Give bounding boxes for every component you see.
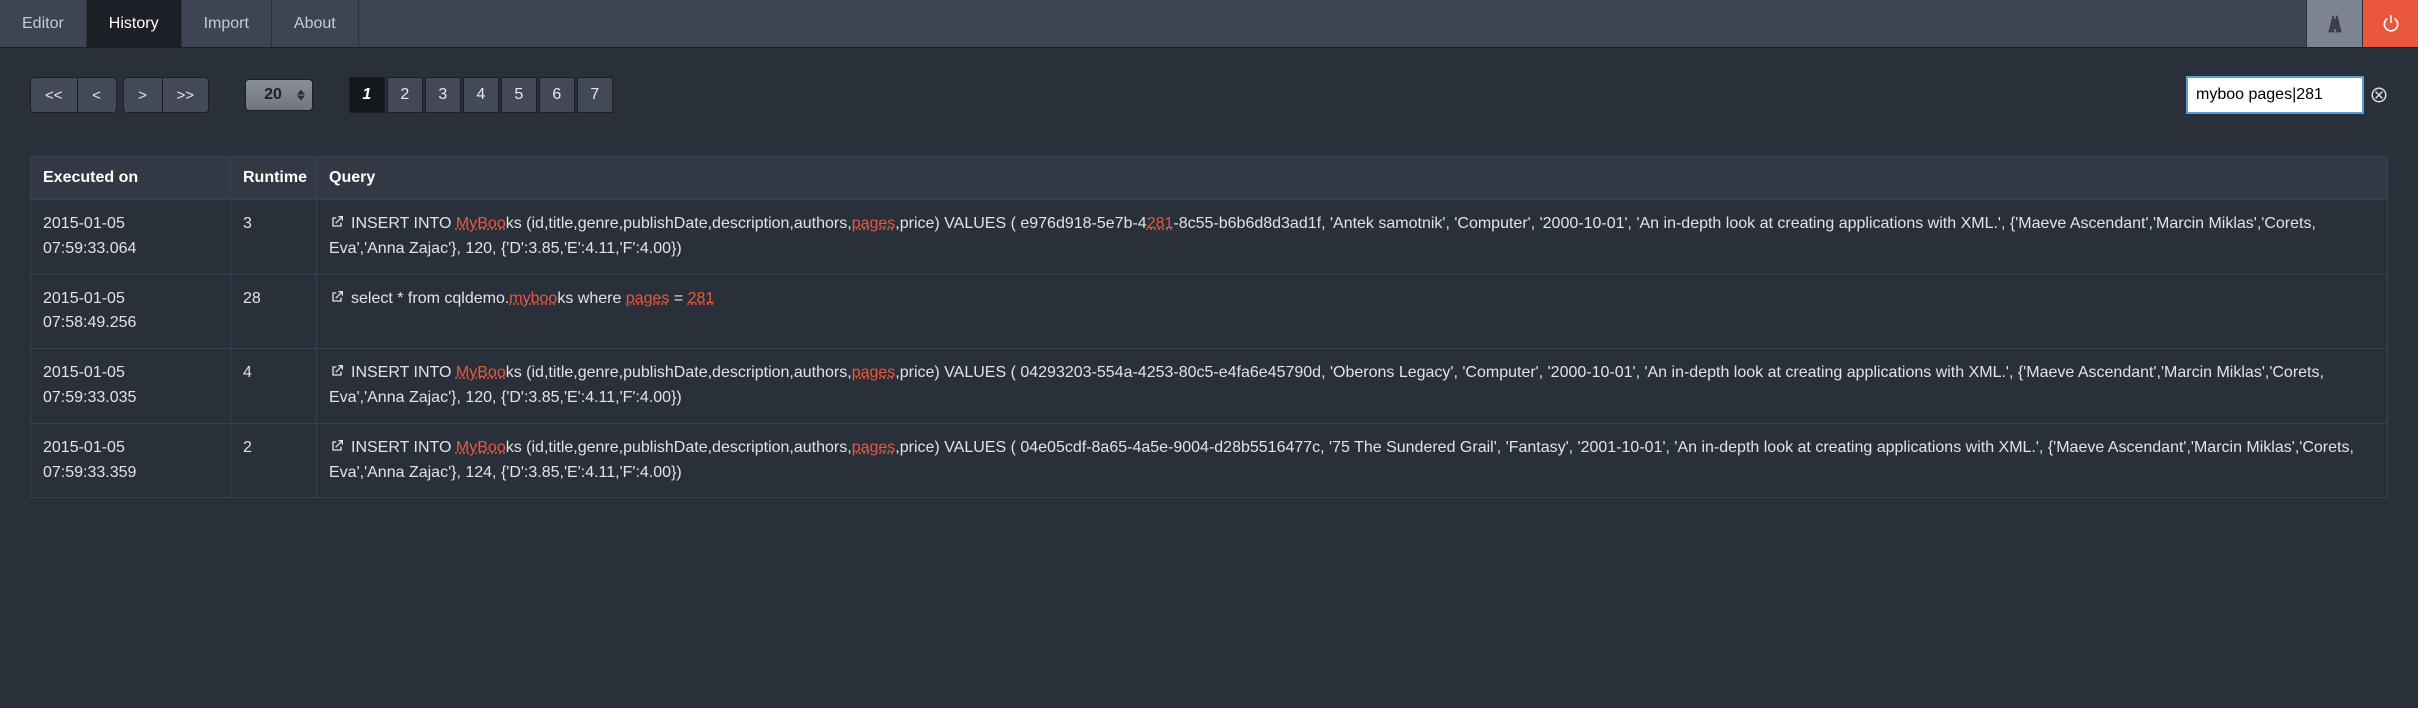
nav-prev-group: << < <box>30 77 117 113</box>
cell-query: INSERT INTO MyBooks (id,title,genre,publ… <box>317 423 2388 498</box>
col-executed-on[interactable]: Executed on <box>31 157 231 200</box>
cell-query: select * from cqldemo.mybooks where page… <box>317 274 2388 349</box>
cell-executed-on: 2015-01-05 07:59:33.035 <box>31 349 231 424</box>
tab-import[interactable]: Import <box>182 0 272 47</box>
table-row: 2015-01-05 07:59:33.0354 INSERT INTO MyBo… <box>31 349 2388 424</box>
tab-editor[interactable]: Editor <box>0 0 87 47</box>
cell-query: INSERT INTO MyBooks (id,title,genre,publ… <box>317 200 2388 275</box>
page-1[interactable]: 1 <box>349 77 385 113</box>
query-text: INSERT INTO MyBooks (id,title,genre,publ… <box>329 364 2324 406</box>
page-5[interactable]: 5 <box>501 77 537 113</box>
cell-runtime: 4 <box>231 349 317 424</box>
nav-next-group: > >> <box>123 77 210 113</box>
power-button[interactable] <box>2362 0 2418 47</box>
history-table: Executed on Runtime Query 2015-01-05 07:… <box>30 156 2388 498</box>
last-page-button[interactable]: >> <box>162 77 210 113</box>
cell-executed-on: 2015-01-05 07:59:33.359 <box>31 423 231 498</box>
query-text: INSERT INTO MyBooks (id,title,genre,publ… <box>329 439 2354 481</box>
tab-history[interactable]: History <box>87 0 182 47</box>
table-row: 2015-01-05 07:58:49.25628 select * from c… <box>31 274 2388 349</box>
prev-page-button[interactable]: < <box>77 77 117 113</box>
page-4[interactable]: 4 <box>463 77 499 113</box>
page-size-select[interactable]: 20 <box>245 79 313 111</box>
page-2[interactable]: 2 <box>387 77 423 113</box>
page-6[interactable]: 6 <box>539 77 575 113</box>
road-icon <box>2325 14 2345 34</box>
cell-executed-on: 2015-01-05 07:59:33.064 <box>31 200 231 275</box>
tab-about[interactable]: About <box>272 0 359 47</box>
table-row: 2015-01-05 07:59:33.0643 INSERT INTO MyBo… <box>31 200 2388 275</box>
page-3[interactable]: 3 <box>425 77 461 113</box>
open-query-icon[interactable] <box>329 290 351 307</box>
pager: 1234567 <box>349 77 613 113</box>
open-query-icon[interactable] <box>329 364 351 381</box>
road-button[interactable] <box>2306 0 2362 47</box>
next-page-button[interactable]: > <box>123 77 163 113</box>
cell-query: INSERT INTO MyBooks (id,title,genre,publ… <box>317 349 2388 424</box>
table-header-row: Executed on Runtime Query <box>31 157 2388 200</box>
query-text: INSERT INTO MyBooks (id,title,genre,publ… <box>329 215 2316 257</box>
cell-runtime: 28 <box>231 274 317 349</box>
open-query-icon[interactable] <box>329 439 351 456</box>
clear-search-icon[interactable] <box>2370 86 2388 104</box>
col-runtime[interactable]: Runtime <box>231 157 317 200</box>
cell-executed-on: 2015-01-05 07:58:49.256 <box>31 274 231 349</box>
power-icon <box>2381 14 2401 34</box>
query-text: select * from cqldemo.mybooks where page… <box>351 290 714 307</box>
page-7[interactable]: 7 <box>577 77 613 113</box>
tab-bar: EditorHistoryImportAbout <box>0 0 2418 48</box>
page-size-value: 20 <box>264 86 282 104</box>
tabbar-spacer <box>359 0 2306 47</box>
history-search-input[interactable] <box>2186 76 2364 114</box>
table-row: 2015-01-05 07:59:33.3592 INSERT INTO MyBo… <box>31 423 2388 498</box>
open-query-icon[interactable] <box>329 215 351 232</box>
cell-runtime: 3 <box>231 200 317 275</box>
history-toolbar: << < > >> 20 1234567 <box>30 76 2388 114</box>
first-page-button[interactable]: << <box>30 77 78 113</box>
cell-runtime: 2 <box>231 423 317 498</box>
search-wrap <box>2186 76 2388 114</box>
col-query[interactable]: Query <box>317 157 2388 200</box>
